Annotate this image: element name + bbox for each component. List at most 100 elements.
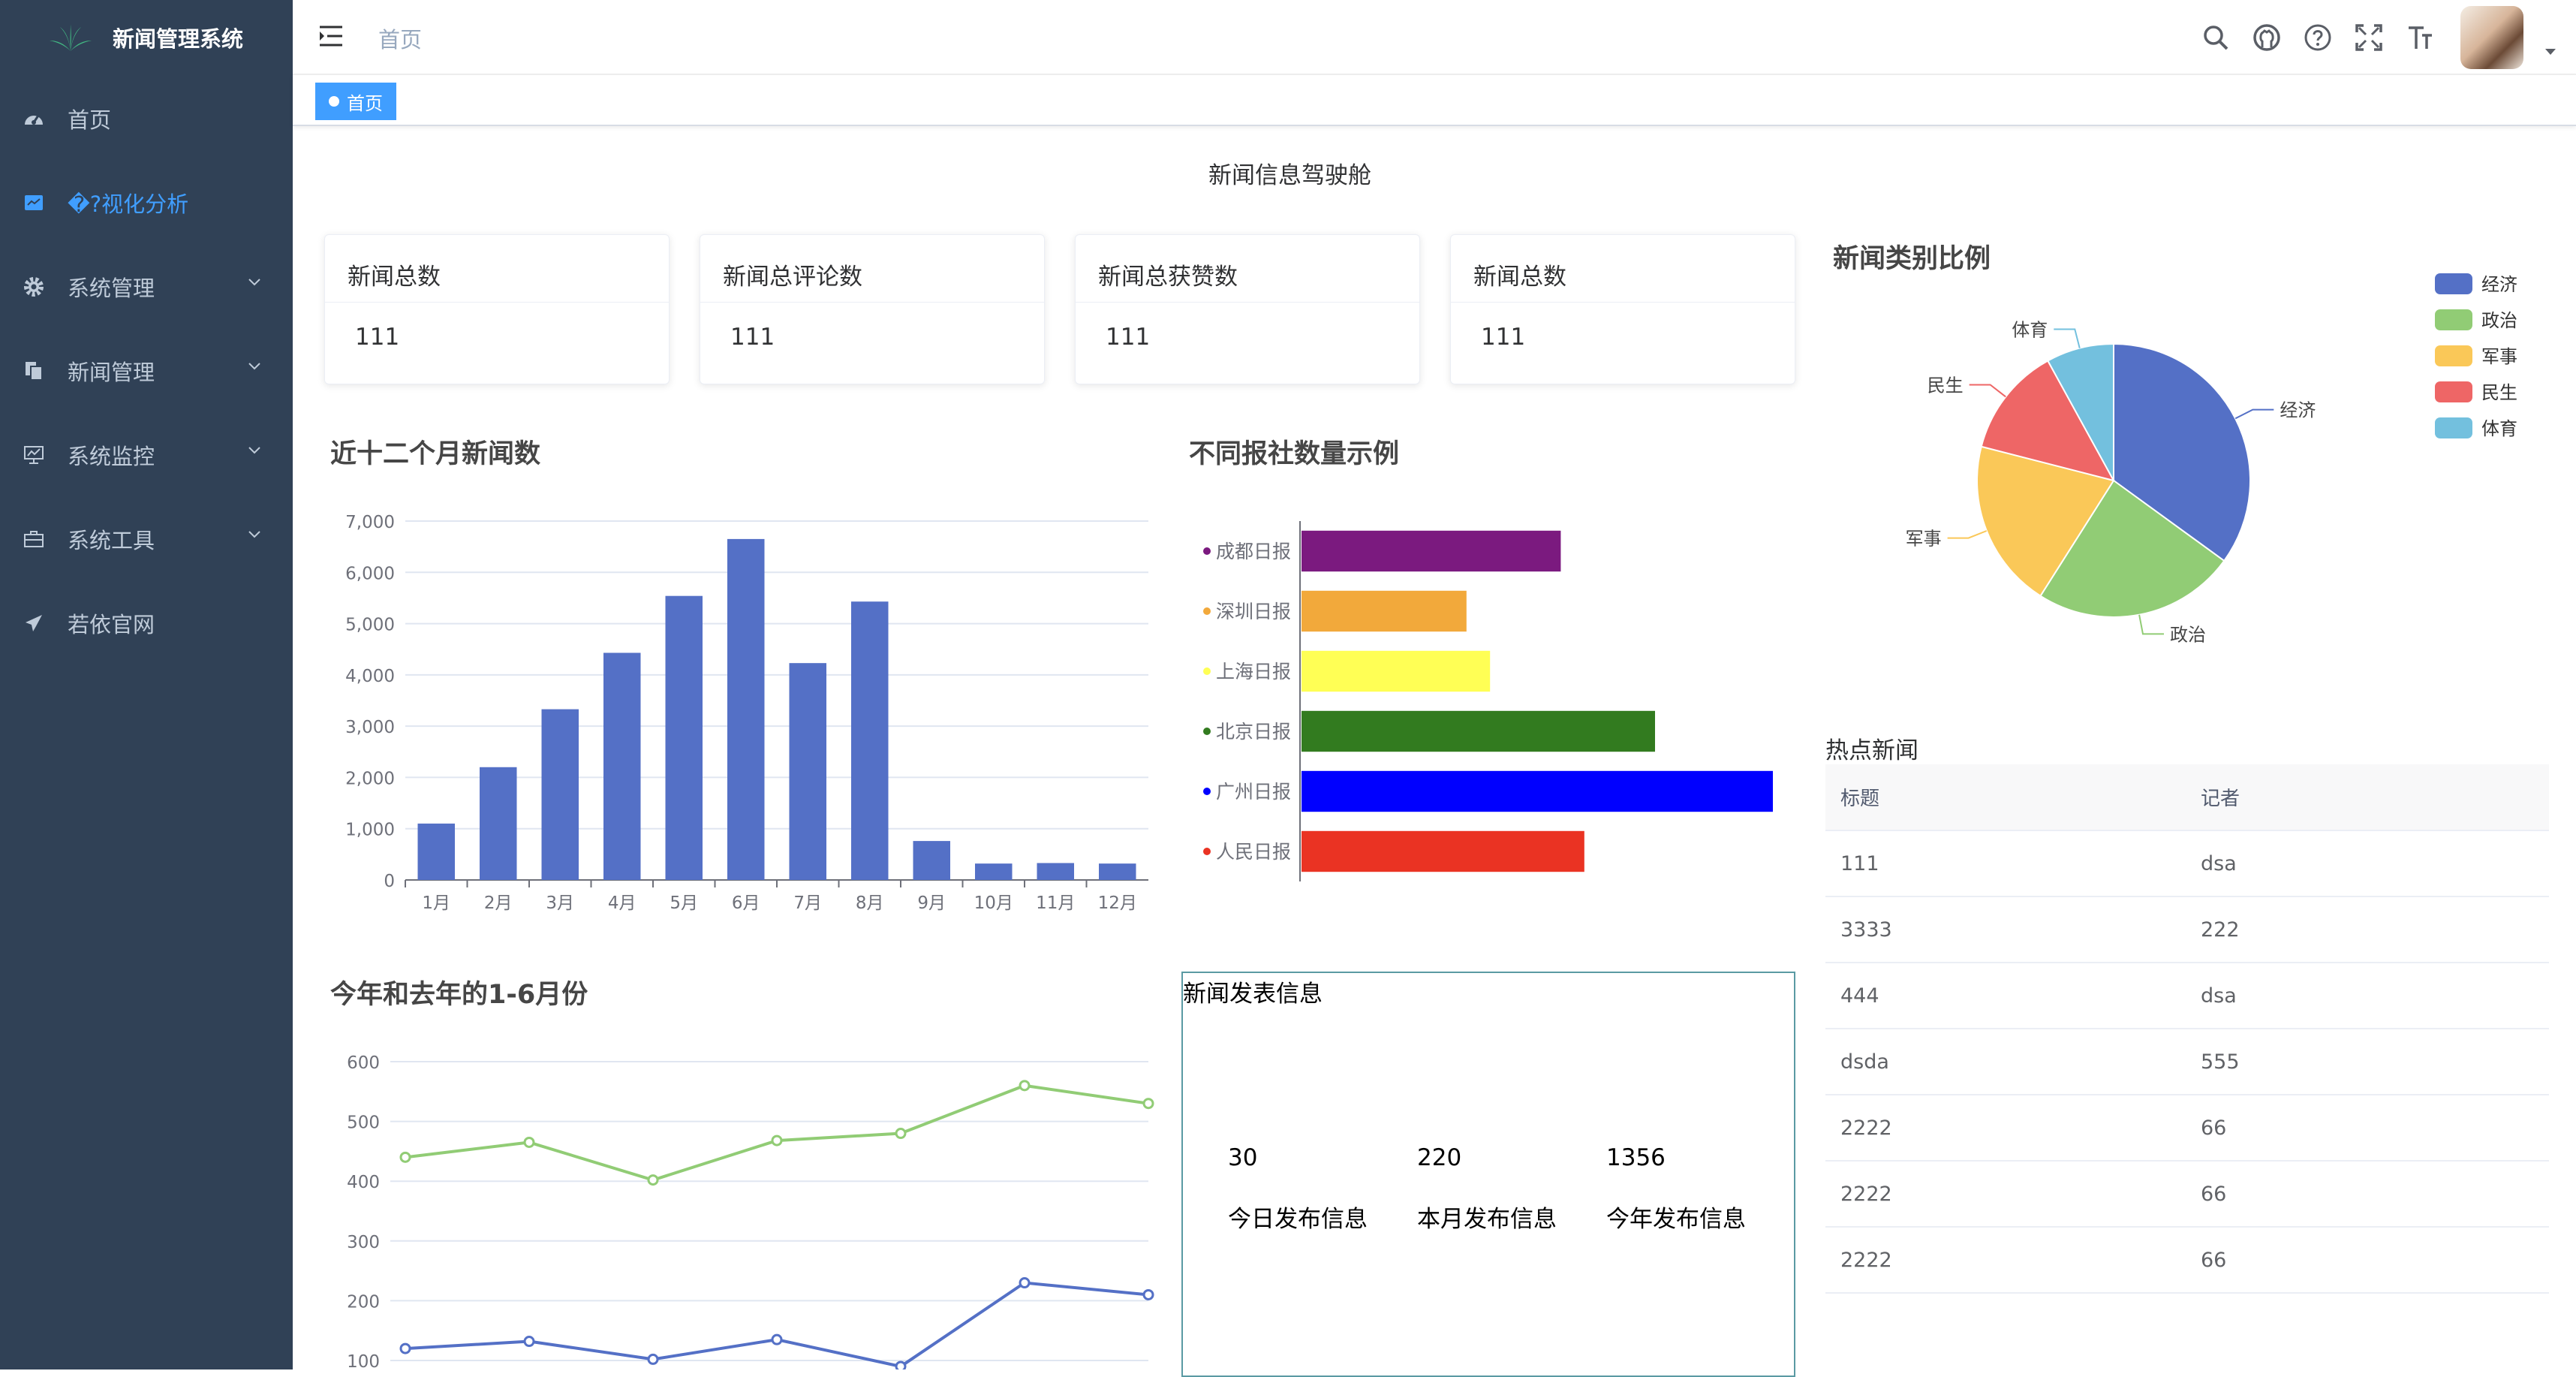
bar — [1302, 530, 1561, 572]
legend-label: 民生 — [2481, 382, 2517, 403]
cell-title: 444 — [1825, 963, 2186, 1029]
cell-reporter: 66 — [2186, 1161, 2549, 1228]
slice-label: 体育 — [2012, 320, 2048, 341]
y-tick-label: 5,000 — [345, 616, 395, 635]
data-point — [895, 1360, 907, 1369]
breadcrumb[interactable]: 首页 — [378, 23, 422, 54]
hot-news-title: 热点新闻 — [1825, 737, 1918, 764]
slice-label-line — [2054, 328, 2081, 348]
caret-down-icon[interactable] — [2544, 48, 2556, 56]
category-marker — [1203, 728, 1211, 735]
y-tick-label: 6,000 — [345, 564, 395, 583]
sidebar-item-label: 系统监控 — [68, 444, 155, 469]
table-row[interactable]: 444 dsa — [1825, 963, 2549, 1029]
sidebar-item-label: 首页 — [68, 107, 112, 133]
sidebar-item-official-site[interactable]: 若依官网 — [0, 581, 293, 665]
y-tick-label: 200 — [347, 1292, 380, 1312]
data-point — [1019, 1080, 1031, 1092]
y-tick-label: 深圳日报 — [1216, 601, 1291, 622]
slice-label: 民生 — [1927, 375, 1964, 396]
y-tick-label: 3,000 — [345, 718, 395, 737]
data-point — [399, 1151, 411, 1163]
data-point — [1142, 1098, 1154, 1110]
y-tick-label: 北京日报 — [1216, 721, 1291, 743]
table-row[interactable]: 111 dsa — [1825, 830, 2549, 897]
monitor-icon — [23, 444, 45, 466]
slice-label: 经济 — [2280, 400, 2316, 421]
y-tick-label: 500 — [347, 1113, 380, 1133]
help-icon[interactable] — [2303, 23, 2333, 53]
category-marker — [1203, 547, 1211, 555]
sidebar-item-visual-analysis[interactable]: �?视化分析 — [0, 161, 293, 245]
data-point — [523, 1336, 535, 1348]
cell-reporter: dsa — [2186, 830, 2549, 897]
dashboard-icon — [23, 107, 45, 130]
cell-title: 2222 — [1825, 1161, 2186, 1228]
navbar: 首页 — [293, 0, 2576, 75]
y-tick-label: 人民日报 — [1216, 841, 1291, 863]
y-tick-label: 2,000 — [345, 769, 395, 788]
data-point — [523, 1136, 535, 1148]
bar — [480, 767, 517, 880]
x-tick-label: 2月 — [484, 893, 513, 913]
legend-label: 军事 — [2481, 346, 2517, 367]
cell-title: 2222 — [1825, 1095, 2186, 1162]
bar — [1302, 830, 1584, 872]
dashboard-title: 新闻信息驾驶舱 — [1208, 162, 1371, 189]
sidebar-item-system-monitor[interactable]: 系统监控 — [0, 413, 293, 497]
sidebar-item-system-tools[interactable]: 系统工具 — [0, 497, 293, 581]
series-line — [405, 1083, 1149, 1182]
monthly-chart-title: 近十二个月新闻数 — [330, 439, 541, 469]
bar — [913, 841, 950, 880]
y-tick-label: 100 — [347, 1352, 380, 1369]
legend-label: 体育 — [2481, 418, 2517, 439]
publish-today-label: 今日发布信息 — [1228, 1206, 1368, 1233]
tag-home[interactable]: 首页 — [315, 83, 396, 120]
y-tick-label: 成都日报 — [1216, 541, 1291, 562]
sidebar-item-label: 新闻管理 — [68, 360, 155, 385]
sidebar-item-news-management[interactable]: 新闻管理 — [0, 329, 293, 413]
fullscreen-icon[interactable] — [2354, 23, 2384, 53]
bar — [975, 863, 1013, 880]
data-point — [895, 1128, 907, 1140]
x-tick-label: 8月 — [856, 893, 884, 913]
sidebar-item-home[interactable]: 首页 — [0, 77, 293, 161]
table-row[interactable]: dsda 555 — [1825, 1029, 2549, 1095]
github-icon[interactable] — [2252, 23, 2282, 53]
stat-label: 新闻总数 — [1451, 235, 1795, 303]
toolbox-icon — [23, 528, 45, 550]
slice-label: 政治 — [2170, 624, 2206, 645]
data-point — [647, 1353, 659, 1365]
table-row[interactable]: 2222 66 — [1825, 1095, 2549, 1162]
bar — [851, 601, 889, 880]
publish-info-title: 新闻发表信息 — [1183, 981, 1323, 1008]
category-marker — [1203, 848, 1211, 855]
cell-reporter: dsa — [2186, 963, 2549, 1029]
bar — [727, 538, 765, 880]
press-count-bar-chart: 成都日报深圳日报上海日报北京日报广州日报人民日报 — [1203, 521, 1773, 881]
font-size-icon[interactable] — [2405, 23, 2435, 53]
table-row[interactable]: 3333 222 — [1825, 896, 2549, 963]
line-chart-title: 今年和去年的1-6月份 — [330, 980, 588, 1010]
x-tick-label: 4月 — [608, 893, 636, 913]
legend-swatch — [2435, 417, 2472, 438]
sidebar-item-system-management[interactable]: 系统管理 — [0, 245, 293, 329]
hamburger-icon[interactable] — [318, 24, 344, 48]
documents-icon — [23, 360, 45, 382]
avatar[interactable] — [2460, 6, 2523, 69]
gear-icon — [23, 276, 45, 298]
table-row[interactable]: 2222 66 — [1825, 1227, 2549, 1294]
stat-label: 新闻总评论数 — [700, 235, 1044, 303]
publish-today-value: 30 — [1228, 1144, 1258, 1171]
x-tick-label: 3月 — [546, 893, 574, 913]
sidebar-item-label: 系统管理 — [68, 276, 155, 301]
bar — [1302, 770, 1773, 812]
search-icon[interactable] — [2201, 23, 2231, 53]
publish-month-label: 本月发布信息 — [1417, 1206, 1557, 1233]
publish-info-panel: 新闻发表信息 30 220 1356 今日发布信息 本月发布信息 今年发布信息 — [1181, 972, 1795, 1377]
table-row[interactable]: 2222 66 — [1825, 1161, 2549, 1228]
x-tick-label: 10月 — [974, 893, 1013, 913]
chevron-down-icon — [248, 447, 260, 454]
logo[interactable]: 新闻管理系统 — [0, 0, 293, 75]
year-compare-line-chart: 100 200 300 400 500 600 — [347, 1053, 1154, 1369]
